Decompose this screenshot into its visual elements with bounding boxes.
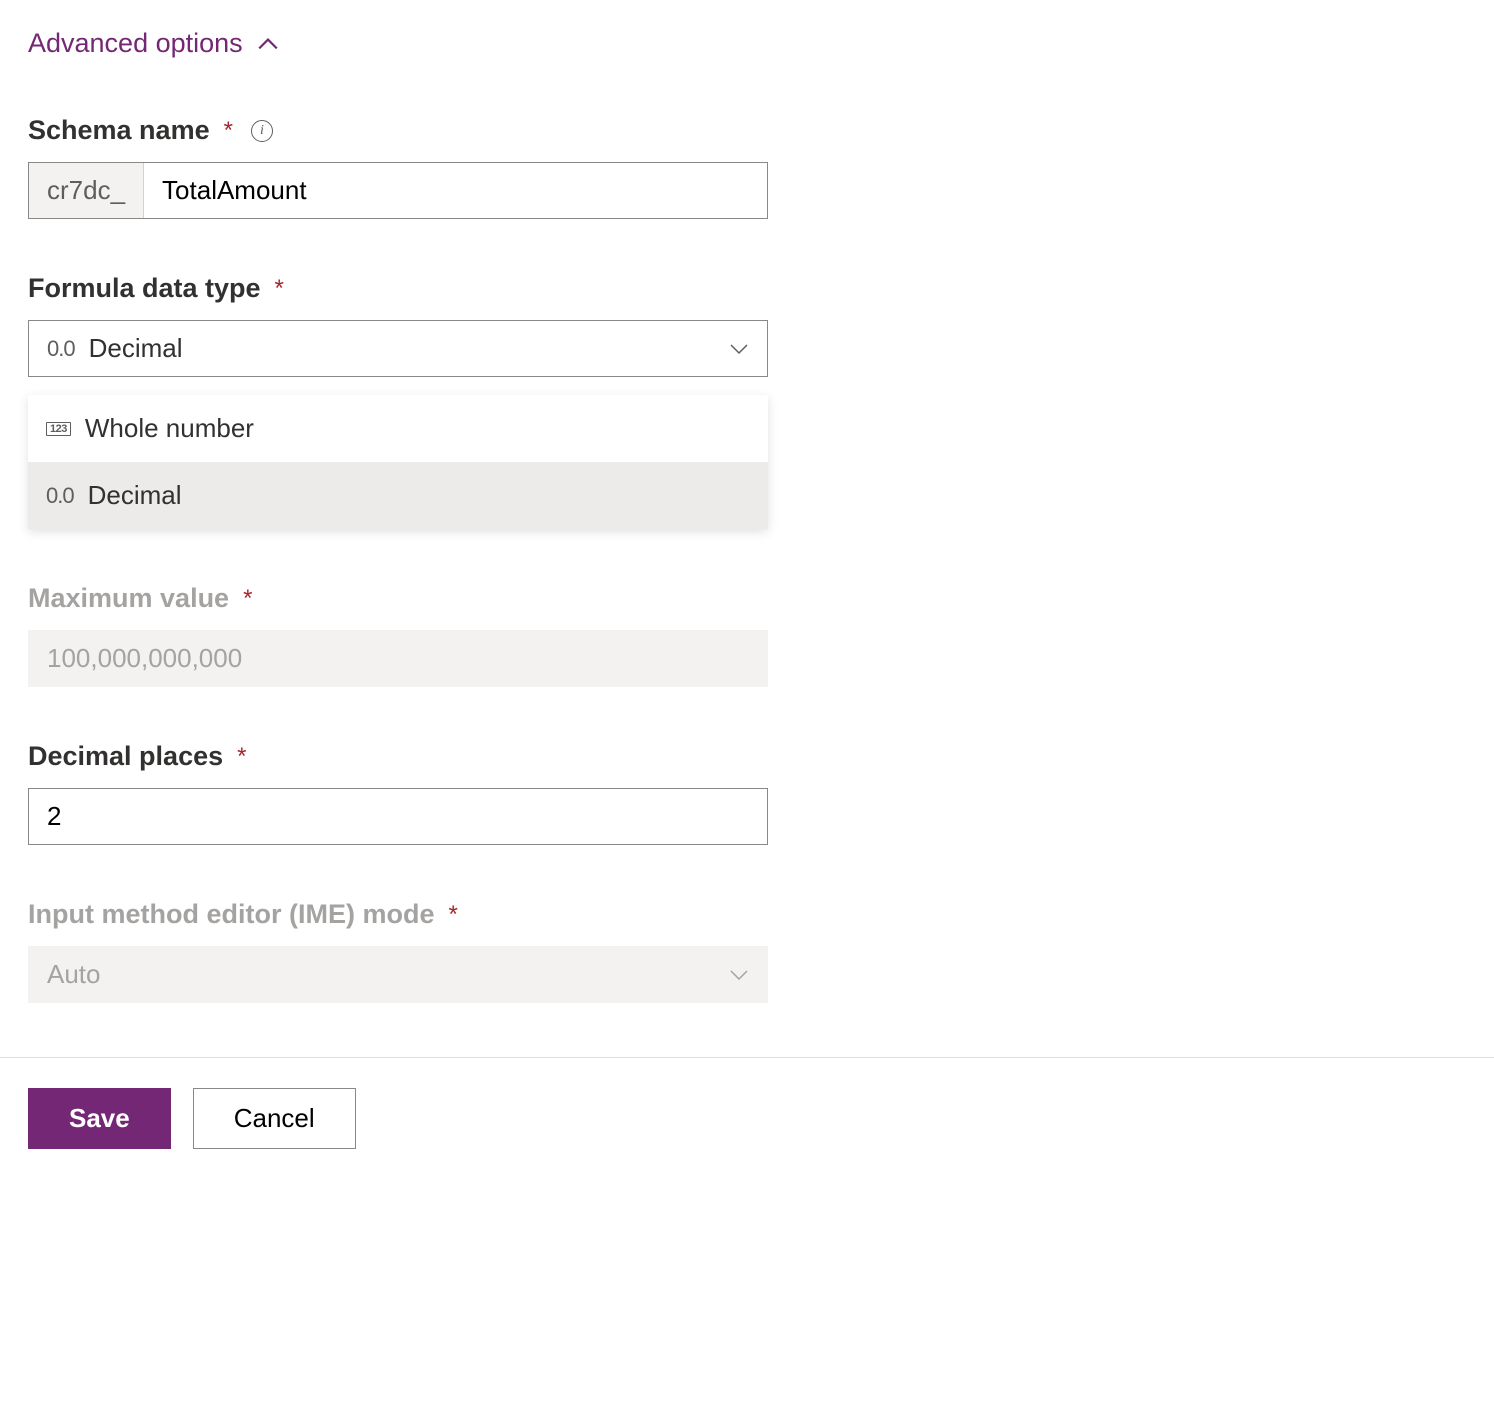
formula-data-type-label: Formula data type: [28, 273, 261, 304]
schema-prefix: cr7dc_: [29, 163, 144, 218]
schema-name-field: Schema name * i cr7dc_: [28, 115, 1466, 219]
required-indicator: *: [243, 585, 252, 613]
whole-number-icon: 123: [46, 422, 71, 436]
option-whole-number-label: Whole number: [85, 413, 254, 444]
formula-data-type-selected-label: Decimal: [89, 333, 183, 364]
option-whole-number[interactable]: 123 Whole number: [28, 395, 768, 462]
cancel-button[interactable]: Cancel: [193, 1088, 356, 1149]
save-button[interactable]: Save: [28, 1088, 171, 1149]
ime-mode-label-row: Input method editor (IME) mode *: [28, 899, 1466, 930]
advanced-options-toggle[interactable]: Advanced options: [28, 28, 279, 59]
maximum-value-label: Maximum value: [28, 583, 229, 614]
maximum-value-label-row: Maximum value *: [28, 583, 1466, 614]
option-decimal[interactable]: 0.0 Decimal: [28, 462, 768, 529]
ime-mode-field: Input method editor (IME) mode * Auto: [28, 899, 1466, 1003]
schema-name-label-row: Schema name * i: [28, 115, 1466, 146]
decimal-places-input[interactable]: [28, 788, 768, 845]
decimal-icon: 0.0: [47, 336, 75, 362]
schema-name-input[interactable]: [144, 163, 767, 218]
option-decimal-label: Decimal: [88, 480, 182, 511]
formula-data-type-dropdown: 123 Whole number 0.0 Decimal: [28, 395, 768, 529]
maximum-value-input: [28, 630, 768, 687]
formula-data-type-field: Formula data type * 0.0 Decimal: [28, 273, 1466, 377]
chevron-down-icon: [729, 969, 749, 981]
schema-name-input-group: cr7dc_: [28, 162, 768, 219]
decimal-places-label: Decimal places: [28, 741, 223, 772]
footer-actions: Save Cancel: [0, 1057, 1494, 1149]
info-icon[interactable]: i: [251, 120, 273, 142]
ime-mode-select: Auto: [28, 946, 768, 1003]
chevron-down-icon: [729, 343, 749, 355]
maximum-value-field: Maximum value *: [28, 583, 1466, 687]
decimal-places-label-row: Decimal places *: [28, 741, 1466, 772]
advanced-options-label: Advanced options: [28, 28, 243, 59]
chevron-up-icon: [257, 37, 279, 51]
ime-mode-label: Input method editor (IME) mode: [28, 899, 434, 930]
required-indicator: *: [275, 275, 284, 303]
decimal-icon: 0.0: [46, 483, 74, 509]
formula-data-type-selected: 0.0 Decimal: [47, 333, 183, 364]
formula-data-type-select[interactable]: 0.0 Decimal: [28, 320, 768, 377]
schema-name-label: Schema name: [28, 115, 210, 146]
required-indicator: *: [237, 743, 246, 771]
formula-data-type-label-row: Formula data type *: [28, 273, 1466, 304]
decimal-places-field: Decimal places *: [28, 741, 1466, 845]
required-indicator: *: [448, 901, 457, 929]
required-indicator: *: [224, 117, 233, 145]
ime-mode-value: Auto: [47, 959, 101, 990]
